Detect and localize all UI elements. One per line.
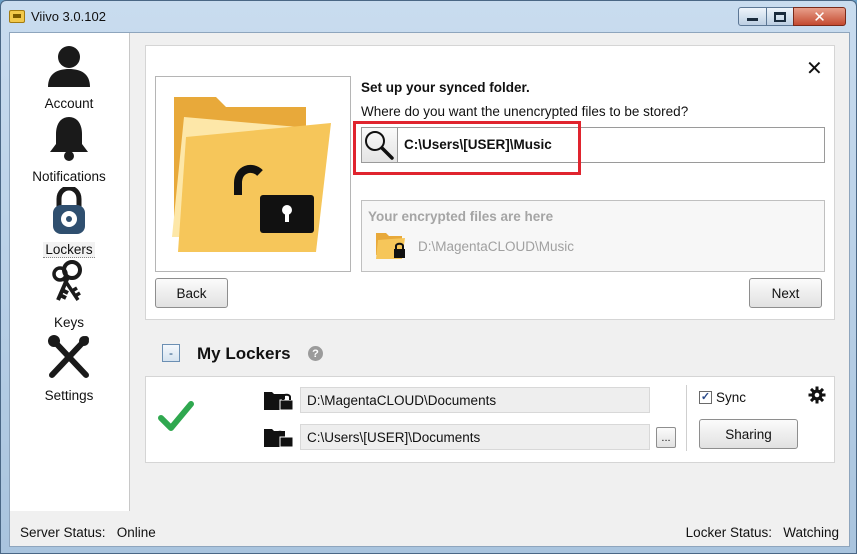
app-window: Viivo 3.0.102 ✕ Account Notifications Lo…: [0, 0, 857, 554]
back-button[interactable]: Back: [155, 278, 228, 308]
sidebar-item-settings[interactable]: Settings: [10, 333, 128, 403]
unlocked-folder-icon: [264, 429, 294, 448]
sidebar-item-label: Keys: [53, 315, 84, 330]
lockers-title: My Lockers: [197, 344, 291, 363]
setup-question: Where do you want the unencrypted files …: [361, 104, 689, 119]
folder-illustration: [155, 76, 351, 272]
divider: [686, 385, 687, 451]
sidebar-item-label: Settings: [44, 388, 94, 403]
sidebar-item-label: Account: [44, 96, 94, 111]
maximize-button[interactable]: [766, 7, 794, 26]
locked-folder-icon: [264, 392, 294, 411]
folder-path-value[interactable]: C:\Users\[USER]\Music: [404, 137, 552, 152]
close-icon: ✕: [813, 7, 826, 26]
status-bar: Server Status: Online Locker Status: Wat…: [10, 517, 849, 547]
keys-icon: [52, 260, 82, 301]
decrypted-locker-path[interactable]: C:\Users\[USER]\Documents: [300, 424, 650, 450]
minimize-icon: [747, 18, 758, 21]
maximize-icon: [774, 11, 786, 22]
browse-locker-button[interactable]: ...: [656, 427, 676, 448]
locker-status: Locker Status: Watching: [685, 525, 839, 540]
locked-folder-icon: [376, 233, 405, 259]
encrypted-files-heading: Your encrypted files are here: [368, 209, 554, 224]
sidebar-item-lockers[interactable]: Lockers: [10, 187, 128, 258]
folder-unlocked-icon: [172, 97, 331, 252]
sidebar-item-notifications[interactable]: Notifications: [10, 114, 128, 184]
sidebar-item-account[interactable]: Account: [10, 41, 128, 111]
next-button[interactable]: Next: [749, 278, 822, 308]
locker-row: D:\MagentaCLOUD\Documents C:\Users\[USER…: [145, 376, 835, 463]
close-window-button[interactable]: ✕: [793, 7, 846, 26]
sidebar: Account Notifications Lockers Keys Setti…: [10, 33, 130, 511]
browse-folder-button[interactable]: [362, 128, 398, 162]
bell-icon: [50, 117, 88, 161]
help-icon[interactable]: ?: [308, 346, 323, 361]
encrypted-locker-path[interactable]: D:\MagentaCLOUD\Documents: [300, 387, 650, 413]
sidebar-item-keys[interactable]: Keys: [10, 260, 128, 330]
setup-heading: Set up your synced folder.: [361, 80, 530, 95]
checkmark-icon: [158, 401, 194, 431]
sync-checkbox[interactable]: ✓: [699, 391, 712, 404]
setup-panel: ✕ Set up your synced folder. Where do yo…: [145, 45, 835, 320]
sidebar-item-label: Lockers: [43, 242, 95, 258]
window-title: Viivo 3.0.102: [31, 9, 106, 24]
sidebar-item-label: Notifications: [32, 169, 106, 184]
sync-label: Sync: [716, 390, 747, 405]
padlock-icon: [53, 187, 85, 234]
encrypted-path: D:\MagentaCLOUD\Music: [418, 239, 575, 254]
gear-icon[interactable]: [808, 386, 826, 404]
title-bar[interactable]: Viivo 3.0.102 ✕: [1, 1, 856, 33]
app-logo-icon: [9, 10, 25, 23]
magnifier-icon: [365, 131, 394, 160]
folder-path-field[interactable]: C:\Users\[USER]\Music: [361, 127, 825, 163]
sharing-button[interactable]: Sharing: [699, 419, 798, 449]
close-setup-button[interactable]: ✕: [806, 56, 823, 80]
server-status: Server Status: Online: [20, 525, 156, 540]
encrypted-files-box: Your encrypted files are here D:\Magenta…: [361, 200, 825, 272]
collapse-lockers-button[interactable]: -: [162, 344, 180, 362]
client-area: Account Notifications Lockers Keys Setti…: [9, 32, 850, 547]
person-icon: [48, 46, 90, 87]
minimize-button[interactable]: [738, 7, 767, 26]
tools-icon: [48, 335, 89, 378]
